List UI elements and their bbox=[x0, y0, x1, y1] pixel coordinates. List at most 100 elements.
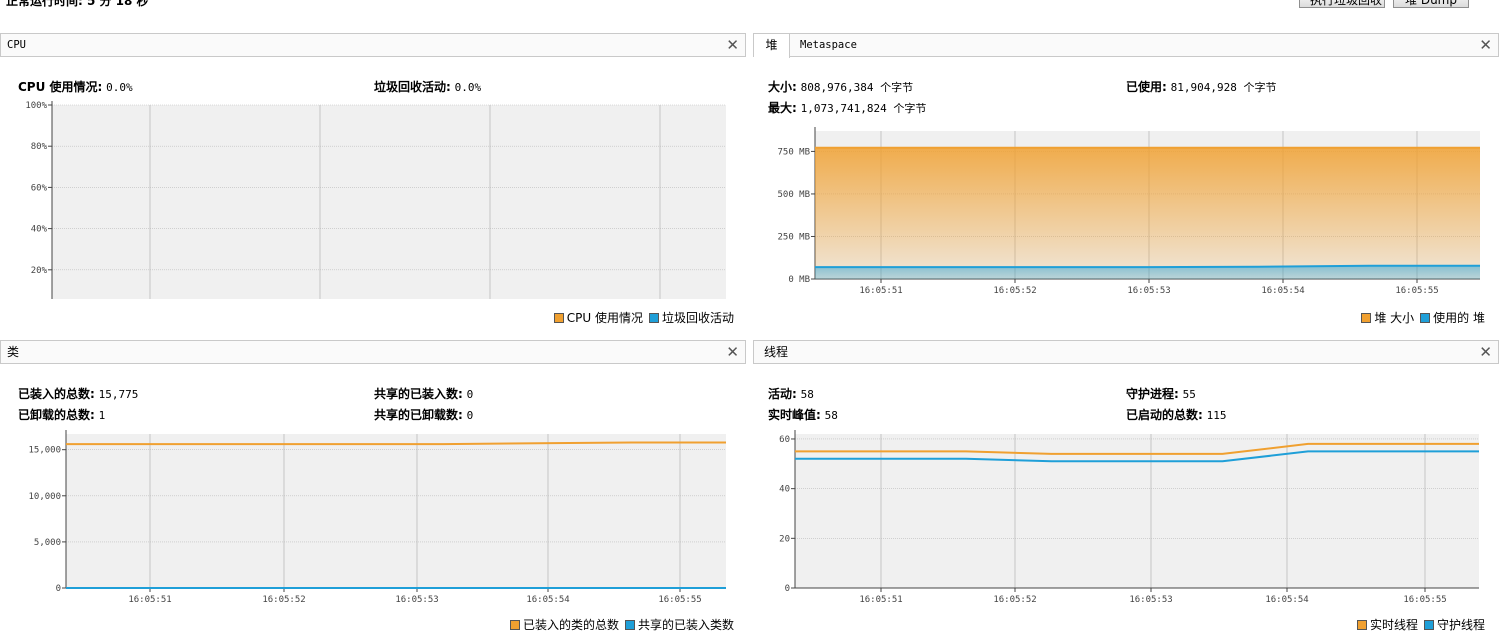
blue-swatch-icon bbox=[1423, 619, 1434, 630]
legend-item-shared-classes: 共享的已装入类数 bbox=[624, 616, 734, 633]
shared-unloaded-stat: 共享的已卸载数: 0 bbox=[374, 406, 473, 423]
cpu-panel-header: CPU ✕ bbox=[0, 33, 746, 57]
heap-used-value: 81,904,928 个字节 bbox=[1170, 81, 1277, 94]
tab-metaspace[interactable]: Metaspace bbox=[794, 34, 863, 57]
x-tick-label: 16:05:55 bbox=[658, 595, 701, 605]
close-icon[interactable]: ✕ bbox=[726, 341, 739, 364]
y-tick-label: 80% bbox=[31, 142, 48, 152]
x-tick-label: 16:05:55 bbox=[1395, 286, 1438, 296]
live-threads-label: 活动: bbox=[768, 387, 797, 401]
x-tick-label: 16:05:51 bbox=[128, 595, 171, 605]
y-tick-label: 10,000 bbox=[28, 492, 61, 502]
tab-cpu[interactable]: CPU bbox=[7, 34, 26, 57]
x-tick-label: 16:05:53 bbox=[1129, 595, 1172, 605]
perform-gc-button[interactable]: 执行垃圾回收 bbox=[1299, 0, 1385, 8]
legend-item-heap-used: 使用的 堆 bbox=[1420, 309, 1485, 326]
threads-chart: 0 20 40 60 16:05:51 16:05:52 16:05:53 16:05:54 1… bbox=[779, 430, 1479, 605]
shared-loaded-stat: 共享的已装入数: 0 bbox=[374, 385, 473, 402]
peak-threads-stat: 实时峰值: 58 bbox=[768, 406, 838, 423]
threads-panel: 线程 ✕ 活动: 58 守护进程: 55 实时峰值: 58 已启动的总数: 11… bbox=[753, 340, 1499, 636]
tab-threads[interactable]: 线程 bbox=[764, 341, 788, 364]
classes-legend: 已装入的类的总数 共享的已装入类数 bbox=[504, 616, 734, 633]
legend-item-live-threads: 实时线程 bbox=[1356, 616, 1418, 633]
cpu-chart: 0%20%40%60%80%100%16:05:5216:05:5316:05:… bbox=[25, 101, 726, 299]
live-threads-value: 58 bbox=[800, 388, 814, 401]
heap-max-value: 1,073,741,824 个字节 bbox=[800, 102, 927, 115]
daemon-threads-label: 守护进程: bbox=[1126, 387, 1179, 401]
x-tick-label: 16:05:55 bbox=[1403, 595, 1446, 605]
cpu-usage-value: 0.0% bbox=[106, 81, 133, 94]
legend-label: 已装入的类的总数 bbox=[522, 618, 619, 632]
heap-used-label: 已使用: bbox=[1126, 80, 1167, 94]
shared-loaded-value: 0 bbox=[466, 388, 474, 401]
shared-unloaded-label: 共享的已卸载数: bbox=[374, 408, 463, 422]
x-tick-label: 16:05:51 bbox=[859, 286, 902, 296]
threads-legend: 实时线程 守护线程 bbox=[1351, 616, 1485, 633]
y-tick-label: 0 bbox=[56, 584, 61, 594]
legend-item-heap-size: 堆 大小 bbox=[1361, 309, 1414, 326]
classes-chart: 0 5,000 10,000 15,000 16:05:51 16:05:52 16:05:… bbox=[28, 430, 726, 605]
blue-swatch-icon bbox=[624, 619, 635, 630]
cpu-usage-label: CPU 使用情况: bbox=[18, 80, 103, 94]
heap-size-stat: 大小: 808,976,384 个字节 bbox=[768, 78, 913, 95]
peak-threads-value: 58 bbox=[824, 409, 838, 422]
heap-dump-button[interactable]: 堆 Dump bbox=[1393, 0, 1469, 8]
daemon-threads-value: 55 bbox=[1182, 388, 1196, 401]
close-icon[interactable]: ✕ bbox=[726, 34, 739, 57]
started-threads-value: 115 bbox=[1206, 409, 1227, 422]
gc-activity-stat: 垃圾回收活动: 0.0% bbox=[374, 78, 481, 95]
threads-panel-header: 线程 ✕ bbox=[753, 340, 1499, 364]
plot-area bbox=[66, 434, 726, 588]
legend-label: 守护线程 bbox=[1436, 618, 1485, 632]
close-icon[interactable]: ✕ bbox=[1479, 34, 1492, 57]
cpu-usage-stat: CPU 使用情况: 0.0% bbox=[18, 78, 133, 95]
orange-swatch-icon bbox=[1361, 312, 1372, 323]
tab-heap[interactable]: 堆 bbox=[754, 34, 790, 58]
loaded-total-value: 15,775 bbox=[98, 388, 139, 401]
legend-label: 使用的 堆 bbox=[1433, 311, 1485, 325]
blue-swatch-icon bbox=[1420, 312, 1431, 323]
legend-item-cpu-usage: CPU 使用情况 bbox=[553, 309, 643, 326]
heap-size-label: 大小: bbox=[768, 80, 797, 94]
peak-threads-label: 实时峰值: bbox=[768, 408, 821, 422]
close-icon[interactable]: ✕ bbox=[1479, 341, 1492, 364]
x-tick-label: 16:05:52 bbox=[993, 286, 1036, 296]
gc-activity-value: 0.0% bbox=[454, 81, 482, 94]
legend-label: CPU 使用情况 bbox=[566, 311, 643, 325]
legend-item-gc-activity: 垃圾回收活动 bbox=[648, 309, 734, 326]
orange-swatch-icon bbox=[509, 619, 520, 630]
orange-swatch-icon bbox=[1356, 619, 1367, 630]
gc-activity-label: 垃圾回收活动: bbox=[374, 80, 451, 94]
started-threads-label: 已启动的总数: bbox=[1126, 408, 1203, 422]
x-tick-label: 16:05:51 bbox=[859, 595, 902, 605]
legend-item-loaded-classes: 已装入的类的总数 bbox=[509, 616, 619, 633]
plot-area bbox=[795, 434, 1479, 588]
y-tick-label: 20 bbox=[779, 534, 790, 544]
unloaded-total-label: 已卸载的总数: bbox=[18, 408, 95, 422]
legend-item-daemon-threads: 守护线程 bbox=[1423, 616, 1485, 633]
tab-classes[interactable]: 类 bbox=[7, 341, 19, 364]
y-tick-label: 40 bbox=[779, 485, 790, 495]
live-threads-stat: 活动: 58 bbox=[768, 385, 814, 402]
unloaded-total-value: 1 bbox=[98, 409, 106, 422]
x-tick-label: 16:05:53 bbox=[1127, 286, 1170, 296]
x-tick-label: 16:05:54 bbox=[526, 595, 569, 605]
orange-swatch-icon bbox=[553, 312, 564, 323]
classes-panel-header: 类 ✕ bbox=[0, 340, 746, 364]
top-bar: 正常运行时间: 5 分 18 秒 执行垃圾回收 堆 Dump bbox=[0, 0, 1499, 30]
y-tick-label: 15,000 bbox=[28, 446, 61, 456]
shared-unloaded-value: 0 bbox=[466, 409, 474, 422]
y-tick-label: 60% bbox=[31, 183, 48, 193]
x-tick-label: 16:05:52 bbox=[993, 595, 1036, 605]
loaded-total-label: 已装入的总数: bbox=[18, 387, 95, 401]
heap-max-label: 最大: bbox=[768, 101, 797, 115]
y-tick-label: 100% bbox=[25, 101, 47, 111]
memory-panel: 堆 Metaspace ✕ 大小: 808,976,384 个字节 已使用: 8… bbox=[753, 33, 1499, 330]
legend-label: 实时线程 bbox=[1369, 618, 1418, 632]
y-tick-label: 0 bbox=[785, 584, 790, 594]
heap-chart: 0 MB 250 MB 500 MB 750 MB 16:05:51 16:05:52 16… bbox=[777, 127, 1480, 296]
x-tick-label: 16:05:54 bbox=[1265, 595, 1308, 605]
legend-label: 共享的已装入类数 bbox=[637, 618, 734, 632]
y-tick-label: 0 MB bbox=[788, 275, 810, 285]
daemon-threads-stat: 守护进程: 55 bbox=[1126, 385, 1196, 402]
